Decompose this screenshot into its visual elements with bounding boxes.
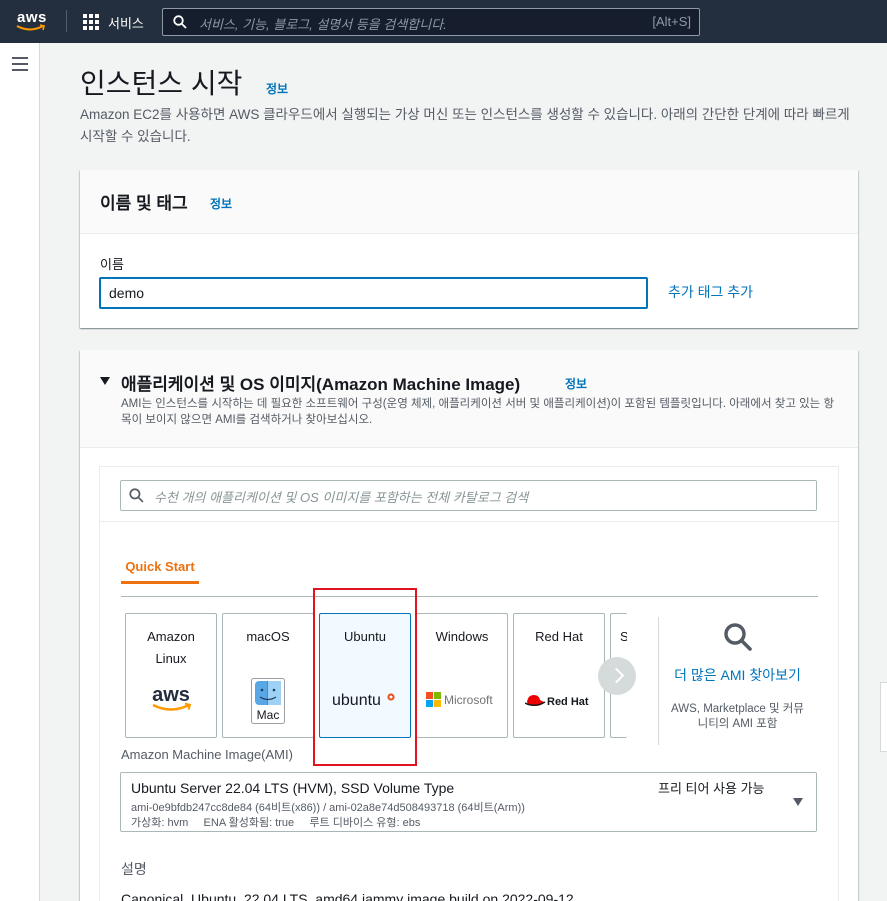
aws-logo[interactable]: aws [14,8,48,34]
global-search-input[interactable]: 서비스, 기능, 블로그, 설명서 등을 검색합니다. [Alt+S] [162,8,700,36]
os-card-label: Amazon [147,629,195,644]
next-os-button[interactable] [598,657,636,695]
chevron-down-icon [793,798,803,806]
ami-selector: 수천 개의 애플리케이션 및 OS 이미지를 포함하는 전체 카탈로그 검색 Q… [99,466,839,901]
top-navigation: aws 서비스 서비스, 기능, 블로그, 설명서 등을 검색합니다. [Alt… [0,0,887,43]
name-tags-heading: 이름 및 태그 [100,194,188,213]
global-search-placeholder: 서비스, 기능, 블로그, 설명서 등을 검색합니다. [199,17,447,32]
collapse-caret-icon[interactable] [100,377,110,385]
aws-logo-text: aws [152,684,190,706]
name-field-label: 이름 [100,257,124,272]
tabs-divider [121,596,818,597]
page-description: Amazon EC2를 사용하면 AWS 클라우드에서 실행되는 가상 머신 또… [80,107,850,144]
right-panel-edge [880,682,887,752]
os-card-label: Windows [435,629,489,644]
ami-search-area: 수천 개의 애플리케이션 및 OS 이미지를 포함하는 전체 카탈로그 검색 [100,467,838,522]
left-rail [0,43,40,901]
tab-quick-start[interactable]: Quick Start [121,559,199,574]
selected-ami-ids: ami-0e9bfdb247cc8de84 (64비트(x86)) / ami-… [131,802,525,814]
ami-heading: 애플리케이션 및 OS 이미지(Amazon Machine Image) [121,375,521,394]
os-card-windows[interactable]: Windows Microsoft [416,613,508,738]
ami-panel: 애플리케이션 및 OS 이미지(Amazon Machine Image) 정보… [80,350,858,901]
active-tab-indicator [121,581,199,584]
browse-more-ami-link[interactable]: 더 많은 AMI 찾아보기 [670,665,805,686]
name-tags-info-link[interactable]: 정보 [210,195,232,212]
selected-ami-meta: 가상화: hvm ENA 활성화됨: true 루트 디바이스 유형: ebs [131,817,421,829]
ami-subtitle: AMI는 인스턴스를 시작하는 데 필요한 소프트웨어 구성(운영 체제, 애플… [121,398,835,426]
search-icon [129,488,144,503]
browse-more-ami-note: AWS, Marketplace 및 커뮤니티의 AMI 포함 [671,703,804,730]
grid-icon [83,14,99,30]
ami-description-text: Canonical, Ubuntu, 22.04 LTS, amd64 jamm… [121,891,574,901]
ami-search-input[interactable]: 수천 개의 애플리케이션 및 OS 이미지를 포함하는 전체 카탈로그 검색 [120,480,817,511]
services-menu-button[interactable]: 서비스 [83,12,144,32]
os-card-label: Red Hat [535,629,583,644]
mac-logo-text: Mac [257,708,280,722]
free-tier-badge: 프리 티어 사용 가능 [658,781,765,796]
hamburger-menu-icon[interactable] [12,57,28,75]
os-card-macos[interactable]: macOS Mac [222,613,314,738]
browse-more-ami[interactable]: 더 많은 AMI 찾아보기 AWS, Marketplace 및 커뮤니티의 A… [670,622,805,732]
page-info-link[interactable]: 정보 [266,80,288,97]
name-input[interactable] [99,277,648,309]
os-card-label: macOS [246,629,290,644]
ami-select-label: Amazon Machine Image(AMI) [121,747,293,762]
red-hat-logo-icon: Red Hat [514,692,604,710]
ami-description-label: 설명 [121,861,147,877]
microsoft-logo-text: Microsoft [444,693,493,707]
red-hat-logo-text: Red Hat [547,696,589,708]
os-card-label: Linux [155,651,187,666]
os-card-label: S [620,629,627,644]
ami-search-placeholder: 수천 개의 애플리케이션 및 OS 이미지를 포함하는 전체 카탈로그 검색 [154,490,529,505]
name-tags-header: 이름 및 태그 정보 [80,170,858,234]
services-label: 서비스 [108,15,144,31]
microsoft-logo-icon: Microsoft [417,692,507,708]
search-shortcut: [Alt+S] [652,14,691,29]
aws-logo-icon: aws [126,684,216,714]
more-ami-divider [658,617,659,745]
name-tags-panel: 이름 및 태그 정보 이름 추가 태그 추가 [80,170,858,328]
ami-header: 애플리케이션 및 OS 이미지(Amazon Machine Image) 정보… [80,350,858,448]
mac-finder-icon: Mac [223,678,313,724]
search-icon [723,623,752,651]
ami-select-dropdown[interactable]: Ubuntu Server 22.04 LTS (HVM), SSD Volum… [120,772,817,832]
selected-ami-name: Ubuntu Server 22.04 LTS (HVM), SSD Volum… [131,780,455,796]
add-tags-link[interactable]: 추가 태그 추가 [668,282,753,302]
page-title: 인스턴스 시작 [80,68,243,99]
aws-smile-icon [16,24,45,31]
os-card-amazon-linux[interactable]: Amazon Linux aws [125,613,217,738]
search-icon [173,15,187,29]
nav-divider [66,10,67,32]
os-card-red-hat[interactable]: Red Hat Red Hat [513,613,605,738]
ami-info-link[interactable]: 정보 [565,375,587,392]
ubuntu-highlight-box [313,588,417,766]
